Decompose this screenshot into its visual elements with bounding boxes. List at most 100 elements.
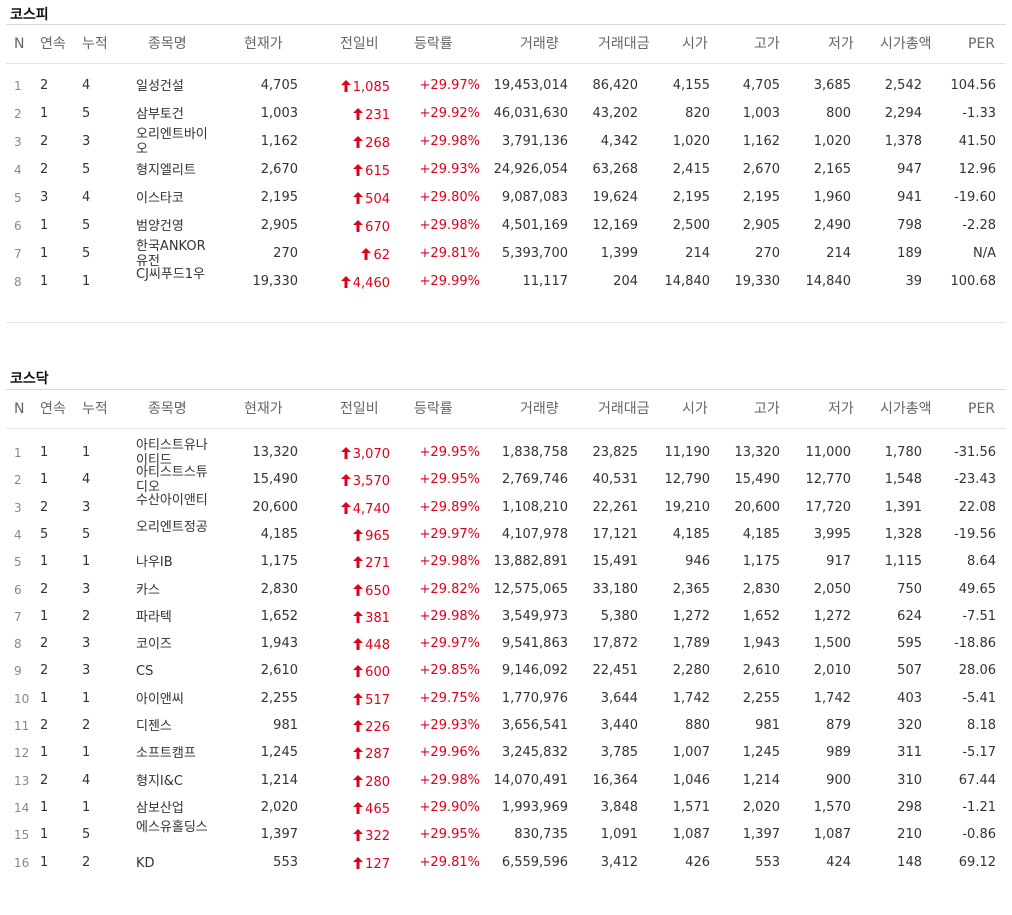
column-header[interactable]: 고가 xyxy=(754,401,780,417)
up-arrow-icon xyxy=(353,611,364,623)
column-header[interactable]: 현재가 xyxy=(244,401,283,417)
price-value: 2,020 xyxy=(260,800,298,815)
column-header[interactable]: 저가 xyxy=(828,36,854,52)
column-header[interactable]: 거래대금 xyxy=(598,401,650,417)
stock-name-link[interactable]: 형지엘리트 xyxy=(136,163,222,178)
stock-name-link[interactable]: 오리엔트바이오 xyxy=(136,127,216,157)
table-row: 4 2 5 형지엘리트 2,670 615 +29.93% 24,926,054 63,268 2… xyxy=(6,156,1006,184)
total-value: 1 xyxy=(82,554,91,569)
stock-name-link[interactable]: 일성건설 xyxy=(136,79,222,94)
high-value: 1,003 xyxy=(742,106,780,121)
stock-name-link[interactable]: 수산아이앤티 xyxy=(136,493,216,508)
column-header[interactable]: 종목명 xyxy=(148,401,187,417)
amount-value: 33,180 xyxy=(592,582,639,597)
row-index: 4 xyxy=(14,163,22,177)
column-header[interactable]: 시가총액 xyxy=(880,401,932,417)
stock-name-link[interactable]: CJ씨푸드1우 xyxy=(136,267,216,282)
price-value: 2,610 xyxy=(260,663,298,678)
streak-value: 1 xyxy=(40,106,49,121)
change-value: 965 xyxy=(322,528,390,544)
streak-value: 2 xyxy=(40,636,49,651)
mcap-value: 750 xyxy=(897,582,922,597)
column-header[interactable]: 등락률 xyxy=(414,36,453,52)
low-value: 214 xyxy=(826,246,851,261)
change-amount: 504 xyxy=(365,192,390,207)
low-value: 2,050 xyxy=(813,582,851,597)
up-arrow-icon xyxy=(353,802,364,814)
change-rate: +29.75% xyxy=(419,691,480,706)
stock-name-link[interactable]: 삼부토건 xyxy=(136,107,222,122)
column-header[interactable]: 연속 xyxy=(40,401,66,417)
column-header[interactable]: 전일비 xyxy=(340,401,379,417)
column-header[interactable]: 고가 xyxy=(754,36,780,52)
stock-name-link[interactable]: 한국ANKOR유전 xyxy=(136,239,216,269)
column-header[interactable]: PER xyxy=(968,401,995,417)
open-value: 1,789 xyxy=(672,636,710,651)
change-rate: +29.95% xyxy=(419,472,480,487)
column-header[interactable]: N xyxy=(14,401,24,417)
change-rate: +29.81% xyxy=(419,855,480,870)
column-header[interactable]: 거래대금 xyxy=(598,36,650,52)
stock-name-link[interactable]: 아이앤씨 xyxy=(136,692,222,707)
streak-value: 1 xyxy=(40,472,49,487)
streak-value: 2 xyxy=(40,500,49,515)
change-value: 3,070 xyxy=(322,446,390,462)
column-header[interactable]: 현재가 xyxy=(244,36,283,52)
mcap-value: 1,378 xyxy=(884,134,922,149)
column-header[interactable]: 누적 xyxy=(82,36,108,52)
stock-name-link[interactable]: 형지I&C xyxy=(136,774,222,789)
volume-value: 4,501,169 xyxy=(501,218,568,233)
stock-name-link[interactable]: 아티스트유나이티드 xyxy=(136,438,216,468)
column-header[interactable]: 시가 xyxy=(682,36,708,52)
stock-name-link[interactable]: 코이즈 xyxy=(136,637,222,652)
per-value: 49.65 xyxy=(958,582,996,597)
stock-name-link[interactable]: 디젠스 xyxy=(136,719,222,734)
column-header[interactable]: 연속 xyxy=(40,36,66,52)
column-header[interactable]: 전일비 xyxy=(340,36,379,52)
price-value: 1,162 xyxy=(260,134,298,149)
open-value: 2,195 xyxy=(672,190,710,205)
stock-name-link[interactable]: 카스 xyxy=(136,583,222,598)
column-header[interactable]: 저가 xyxy=(828,401,854,417)
mcap-value: 2,542 xyxy=(884,78,922,93)
amount-value: 17,872 xyxy=(592,636,639,651)
change-value: 1,085 xyxy=(322,79,390,95)
mcap-value: 507 xyxy=(897,663,922,678)
column-header[interactable]: 거래량 xyxy=(520,36,559,52)
stock-name-link[interactable]: 아티스트스튜디오 xyxy=(136,465,216,495)
price-value: 4,705 xyxy=(260,78,298,93)
stock-name-link[interactable]: 파라텍 xyxy=(136,610,222,625)
column-header[interactable]: 종목명 xyxy=(148,36,187,52)
row-index: 15 xyxy=(14,828,30,842)
change-rate: +29.99% xyxy=(419,274,480,289)
stock-name-link[interactable]: 오리엔트정공 xyxy=(136,520,216,535)
amount-value: 3,785 xyxy=(600,745,638,760)
total-value: 3 xyxy=(82,134,91,149)
column-header[interactable]: 누적 xyxy=(82,401,108,417)
stock-name-link[interactable]: 에스유홀딩스 xyxy=(136,820,216,835)
stock-name-link[interactable]: 소프트캠프 xyxy=(136,746,222,761)
column-header[interactable]: N xyxy=(14,36,24,52)
change-amount: 615 xyxy=(365,164,390,179)
table-row: 14 1 1 삼보산업 2,020 465 +29.90% 1,993,969 3,848 1,5… xyxy=(6,794,1006,822)
change-rate: +29.96% xyxy=(419,745,480,760)
streak-value: 5 xyxy=(40,527,49,542)
column-header[interactable]: 등락률 xyxy=(414,401,453,417)
stock-name-link[interactable]: CS xyxy=(136,664,222,679)
column-header[interactable]: PER xyxy=(968,36,995,52)
stock-name-link[interactable]: 삼보산업 xyxy=(136,801,222,816)
column-header[interactable]: 시가 xyxy=(682,401,708,417)
stock-name-link[interactable]: 이스타코 xyxy=(136,191,222,206)
column-header[interactable]: 거래량 xyxy=(520,401,559,417)
stock-name-link[interactable]: KD xyxy=(136,856,222,871)
column-header[interactable]: 시가총액 xyxy=(880,36,932,52)
row-index: 4 xyxy=(14,528,22,542)
change-rate: +29.80% xyxy=(419,190,480,205)
mcap-value: 941 xyxy=(897,190,922,205)
volume-value: 830,735 xyxy=(514,827,568,842)
change-value: 231 xyxy=(322,107,390,123)
volume-value: 24,926,054 xyxy=(493,162,568,177)
stock-name-link[interactable]: 범양건영 xyxy=(136,219,222,234)
high-value: 2,830 xyxy=(742,582,780,597)
stock-name-link[interactable]: 나우IB xyxy=(136,555,222,570)
